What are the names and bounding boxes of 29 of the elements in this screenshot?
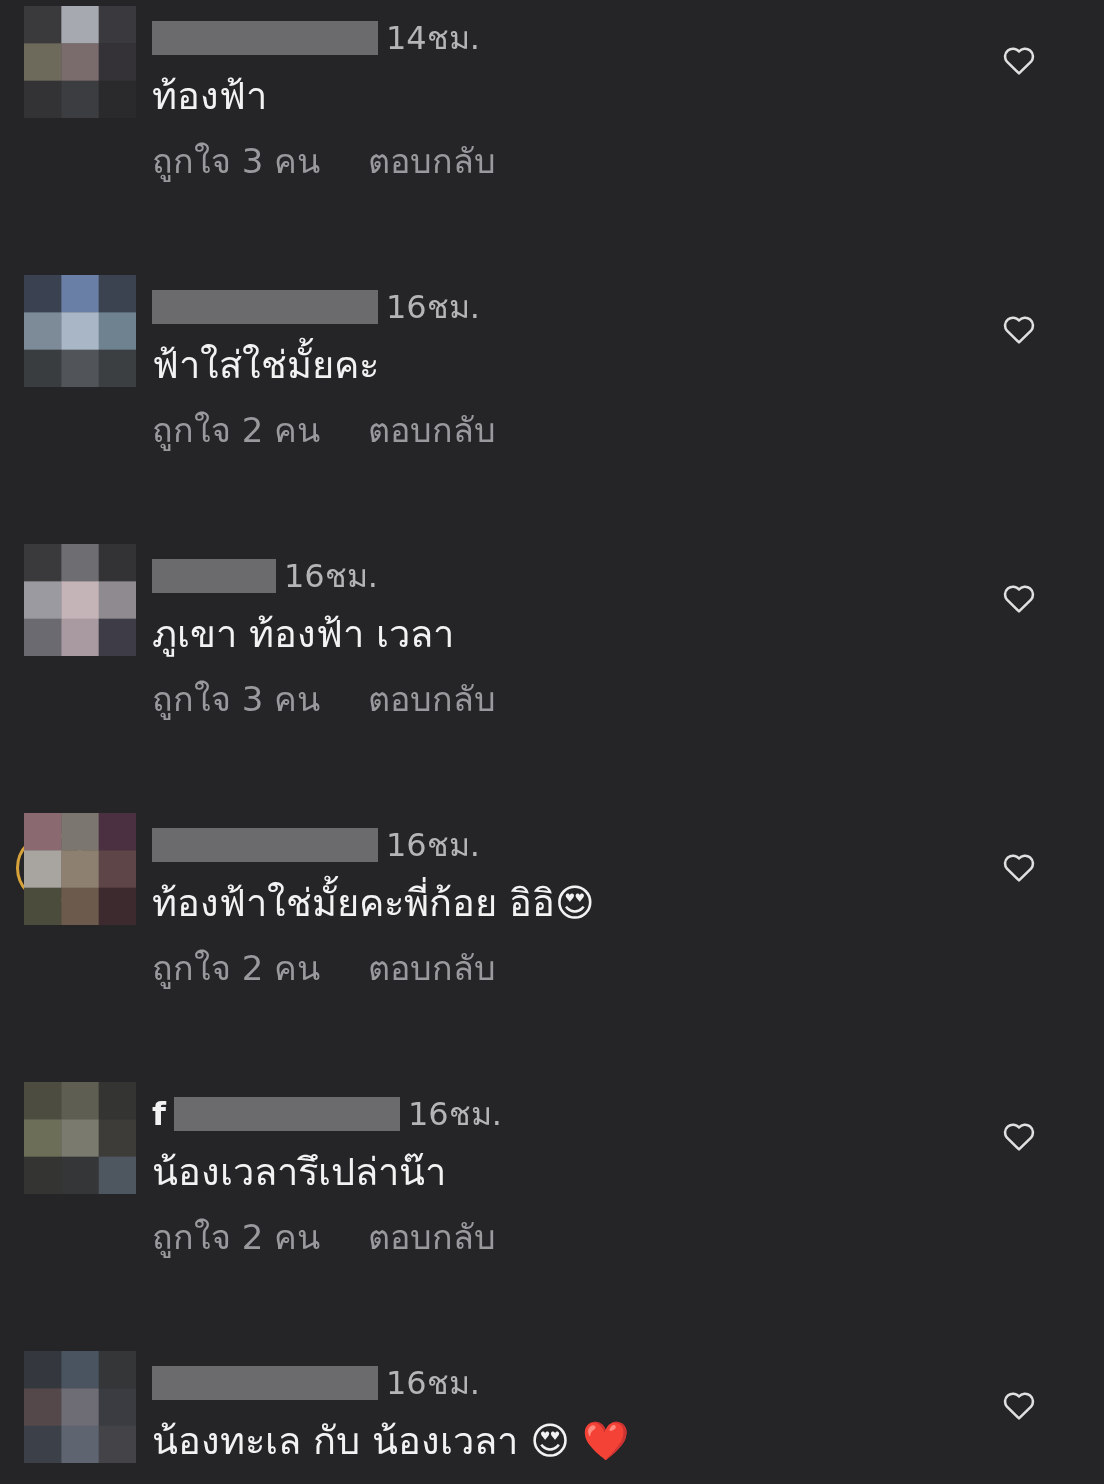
- reply-button[interactable]: ตอบกลับ: [368, 136, 497, 187]
- heart-icon[interactable]: [1002, 313, 1036, 345]
- comment-time: 16ชม.: [386, 825, 480, 866]
- heart-icon[interactable]: [1002, 851, 1036, 883]
- likes-count[interactable]: ถูกใจ 3 คน: [152, 674, 321, 725]
- comment-time: 16ชม.: [386, 1363, 480, 1404]
- comment-time: 14ชม.: [386, 18, 480, 59]
- heart-icon[interactable]: [1002, 1389, 1036, 1421]
- heart-icon[interactable]: [1002, 582, 1036, 614]
- comment-text: น้องทะเล กับ น้องเวลา 😍 ❤: [152, 1418, 630, 1465]
- comment-text: ภูเขา ท้องฟ้า เวลา: [152, 611, 456, 659]
- heart-icon[interactable]: [1002, 44, 1036, 76]
- likes-count[interactable]: ถูกใจ 2 คน: [152, 943, 321, 994]
- heart-icon[interactable]: [1002, 1120, 1036, 1152]
- comment-text: ฟ้าใส่ใช่มั้ยคะ: [152, 335, 1002, 395]
- reply-button[interactable]: ตอบกลับ: [368, 943, 497, 994]
- likes-count[interactable]: ถูกใจ 3 คน: [152, 136, 321, 187]
- username[interactable]: f: [152, 1090, 166, 1138]
- comment-time: 16ชม.: [386, 287, 480, 328]
- comment-text: ท้องฟ้าใช่มั้ยคะพี่ก้อย อิอิ😍: [152, 873, 1002, 933]
- comment-time: 16ชม.: [284, 556, 378, 597]
- reply-button[interactable]: ตอบกลับ: [368, 405, 497, 456]
- likes-count[interactable]: ถูกใจ 2 คน: [152, 405, 321, 456]
- comment-time: 16ชม.: [407, 1094, 502, 1135]
- reply-button[interactable]: ตอบกลับ: [368, 1212, 497, 1263]
- comment-text: น้องเวลารึเปล่าน๊า: [152, 1149, 447, 1196]
- likes-count[interactable]: ถูกใจ 2 คน: [152, 1212, 321, 1263]
- reply-button[interactable]: ตอบกลับ: [368, 674, 497, 725]
- comment-text: ท้องฟ้า: [152, 73, 268, 120]
